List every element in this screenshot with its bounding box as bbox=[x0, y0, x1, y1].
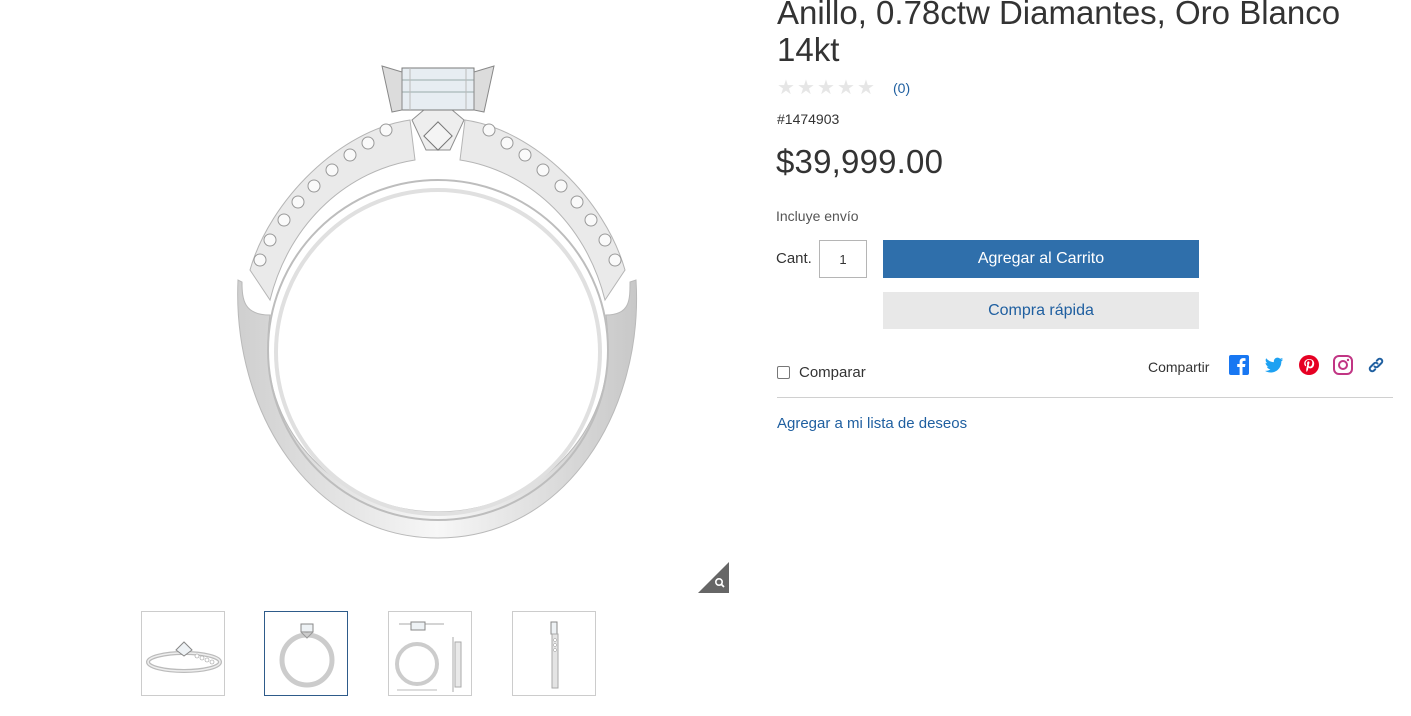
product-price: $39,999.00 bbox=[776, 143, 944, 180]
zoom-button[interactable] bbox=[698, 562, 729, 593]
share-label: Compartir bbox=[1148, 359, 1210, 375]
thumbnail-ring-angle[interactable] bbox=[141, 611, 225, 696]
facebook-icon[interactable] bbox=[1228, 354, 1250, 376]
thumbnail-ring-dimensions[interactable] bbox=[388, 611, 472, 696]
compare-label: Comparar bbox=[799, 364, 866, 381]
link-icon[interactable] bbox=[1365, 354, 1387, 376]
shipping-note: Incluye envío bbox=[776, 208, 859, 224]
twitter-icon[interactable] bbox=[1263, 354, 1285, 376]
quick-buy-button[interactable]: Compra rápida bbox=[883, 292, 1199, 329]
star-icon: ★ bbox=[777, 77, 795, 99]
add-to-cart-button[interactable]: Agregar al Carrito bbox=[883, 240, 1199, 278]
section-divider bbox=[777, 397, 1393, 398]
add-to-wishlist-link[interactable]: Agregar a mi lista de deseos bbox=[777, 415, 967, 432]
ring-front-thumbnail-image bbox=[279, 623, 335, 688]
compare-checkbox[interactable] bbox=[777, 366, 790, 379]
magnifier-icon bbox=[698, 562, 729, 593]
quantity-label: Cant. bbox=[776, 250, 812, 267]
quantity-input[interactable] bbox=[819, 240, 867, 278]
main-product-image[interactable] bbox=[230, 60, 645, 540]
star-icon: ★ bbox=[837, 77, 855, 99]
ring-dimensions-thumbnail-image bbox=[395, 621, 462, 692]
instagram-icon[interactable] bbox=[1332, 354, 1354, 376]
star-icon: ★ bbox=[817, 77, 835, 99]
thumbnail-ring-side[interactable] bbox=[512, 611, 596, 696]
thumbnail-ring-front[interactable] bbox=[264, 611, 348, 696]
product-sku: #1474903 bbox=[777, 111, 840, 127]
compare-checkbox-row[interactable]: Comparar bbox=[777, 364, 866, 381]
product-title: Anillo, 0.78ctw Diamantes, Oro Blanco 14… bbox=[777, 0, 1341, 68]
star-icon: ★ bbox=[857, 77, 875, 99]
ring-side-thumbnail-image bbox=[550, 621, 559, 689]
review-count-link[interactable]: (0) bbox=[893, 80, 910, 96]
ring-angle-thumbnail-image bbox=[146, 641, 222, 673]
pinterest-icon[interactable] bbox=[1298, 354, 1320, 376]
rating-stars[interactable]: ★ ★ ★ ★ ★ bbox=[777, 78, 877, 98]
ring-front-view-image bbox=[237, 65, 638, 539]
star-icon: ★ bbox=[797, 77, 815, 99]
